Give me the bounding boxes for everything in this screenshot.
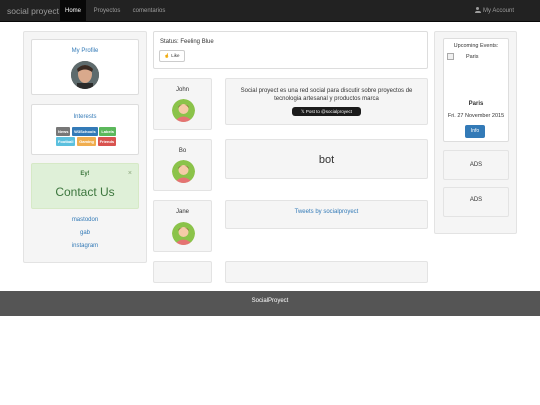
like-button[interactable]: ☝ Like xyxy=(159,50,185,62)
contact-alert: Ey! × Contact Us xyxy=(31,163,139,209)
link-gab[interactable]: gab xyxy=(23,230,147,236)
interest-tags: News W3Schools Labels Football Gaming Fr… xyxy=(50,126,122,146)
profile-title[interactable]: My Profile xyxy=(32,48,138,54)
event-date: Fri. 27 November 2015 xyxy=(447,113,505,119)
feed-avatar xyxy=(172,160,195,183)
link-mastodon[interactable]: mastodon xyxy=(23,217,147,223)
close-icon[interactable]: × xyxy=(128,170,132,177)
nav-home[interactable]: Home xyxy=(60,0,86,22)
tag-news[interactable]: News xyxy=(55,126,71,136)
ads-box: ADS xyxy=(443,150,509,180)
twitter-post-label: Post to @socialproyect xyxy=(305,109,352,114)
feed-user-card: Jane xyxy=(153,200,212,252)
feed-post: bot xyxy=(225,139,428,179)
interests-panel: Interests News W3Schools Labels Football… xyxy=(31,104,139,155)
tweets-link[interactable]: Tweets by socialproyect xyxy=(226,209,427,215)
profile-avatar xyxy=(71,61,99,89)
feed-user-card: Bo xyxy=(153,139,212,191)
feed-post: Tweets by socialproyect xyxy=(225,200,428,229)
feed-post xyxy=(225,261,428,283)
like-label: Like xyxy=(171,53,180,58)
event-city: Paris xyxy=(468,101,484,107)
feed-post-text: Social proyect es una red social para di… xyxy=(240,88,413,102)
twitter-post-button[interactable]: 𝕏 Post to @socialproyect xyxy=(292,107,361,116)
link-instagram[interactable]: instagram xyxy=(23,243,147,249)
thumbs-up-icon: ☝ xyxy=(164,53,171,58)
twitter-icon: 𝕏 xyxy=(301,109,305,114)
events-title: Upcoming Events: xyxy=(453,43,499,49)
user-icon xyxy=(474,7,481,13)
my-account-label: My Account xyxy=(482,8,514,14)
my-account-link[interactable]: My Account xyxy=(474,0,514,22)
ads-label: ADS xyxy=(469,197,483,203)
feed-user-card: John xyxy=(153,78,212,130)
contact-title: Ey! xyxy=(80,171,90,177)
contact-us[interactable]: Contact Us xyxy=(32,185,138,199)
status-panel: Status: Feeling Blue xyxy=(153,31,428,69)
feed-user-name: John xyxy=(175,87,189,93)
profile-panel: My Profile xyxy=(31,39,139,95)
tag-gaming[interactable]: Gaming xyxy=(77,136,96,146)
ads-box: ADS xyxy=(443,187,509,217)
tag-friends[interactable]: Friends xyxy=(97,136,117,146)
feed-user-name: Bo xyxy=(178,148,187,154)
footer: SocialProyect xyxy=(0,291,540,316)
feed-user-card xyxy=(153,261,212,283)
nav-proyectos[interactable]: Proyectos xyxy=(88,0,126,22)
tag-w3schools[interactable]: W3Schools xyxy=(72,126,98,136)
info-button[interactable]: Info xyxy=(465,125,485,138)
status-text: Status: Feeling Blue xyxy=(160,39,214,45)
footer-text: SocialProyect xyxy=(251,298,289,304)
feed-post: Social proyect es una red social para di… xyxy=(225,78,428,125)
tag-labels[interactable]: Labels xyxy=(99,126,117,136)
ads-label: ADS xyxy=(469,162,483,168)
navbar: social proyect Home Proyectos comentario… xyxy=(0,0,540,22)
event-image-alt: Paris xyxy=(466,54,479,60)
feed-user-name: Jane xyxy=(175,209,189,215)
brand-link[interactable]: social proyect xyxy=(7,6,59,16)
feed-avatar xyxy=(172,222,195,245)
broken-image-icon xyxy=(447,53,454,60)
nav-comentarios[interactable]: comentarios xyxy=(128,0,170,22)
tag-football[interactable]: Football xyxy=(55,136,76,146)
feed-avatar xyxy=(172,99,195,122)
feed-post-text: bot xyxy=(318,154,335,166)
interests-title: Interests xyxy=(73,114,97,120)
